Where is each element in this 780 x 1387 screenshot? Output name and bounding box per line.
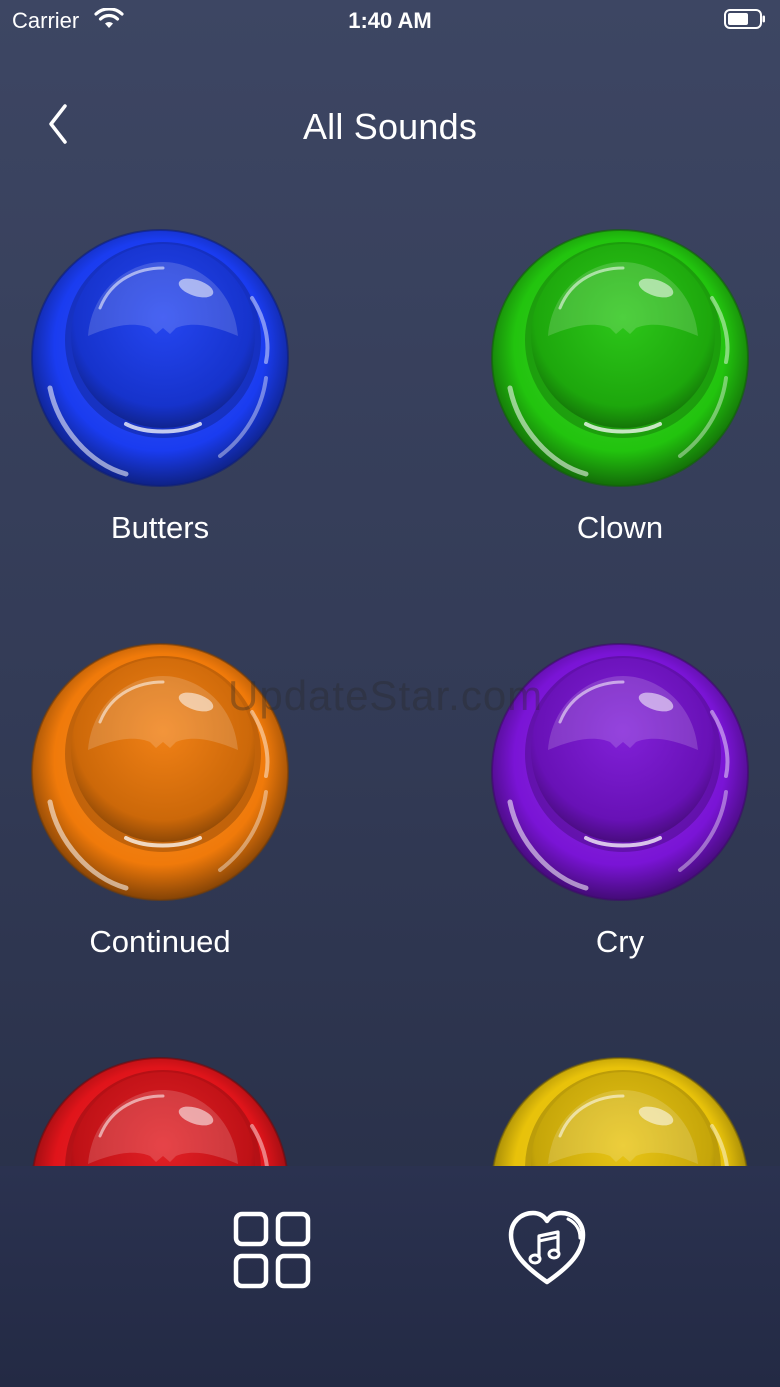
all-sounds-tab[interactable] — [232, 1210, 312, 1290]
sound-button[interactable] — [490, 1056, 750, 1166]
tab-bar — [0, 1166, 780, 1387]
sound-button[interactable] — [490, 228, 750, 488]
sound-button[interactable] — [490, 642, 750, 902]
heart-music-icon — [506, 1210, 588, 1294]
sound-label: Clown — [576, 510, 664, 545]
status-bar: Carrier 1:40 AM — [0, 0, 780, 40]
sound-item-red[interactable] — [10, 1056, 310, 1166]
sound-label: Continued — [89, 924, 231, 959]
sound-button[interactable] — [30, 1056, 290, 1166]
sound-label: Butters — [110, 510, 210, 545]
round-button-icon — [31, 229, 289, 487]
round-button-icon — [491, 229, 749, 487]
sound-grid[interactable]: Butters Clown Continued Cry — [0, 228, 780, 1166]
nav-bar: All Sounds — [0, 88, 780, 164]
favorites-tab[interactable] — [506, 1208, 588, 1290]
sound-item-butters[interactable]: Butters — [10, 228, 310, 568]
sound-button[interactable] — [30, 228, 290, 488]
round-button-icon — [492, 1057, 748, 1166]
sound-item-clown[interactable]: Clown — [470, 228, 770, 568]
clock: 1:40 AM — [348, 8, 432, 33]
battery-icon — [724, 9, 766, 29]
sound-item-continued[interactable]: Continued — [10, 642, 310, 982]
round-button-icon — [32, 1057, 288, 1166]
sound-button[interactable] — [30, 642, 290, 902]
grid-icon — [232, 1211, 312, 1294]
page-title: All Sounds — [302, 106, 478, 147]
sound-label: Cry — [595, 924, 645, 959]
round-button-icon — [31, 643, 289, 901]
sound-item-yellow[interactable] — [470, 1056, 770, 1166]
round-button-icon — [491, 643, 749, 901]
sound-item-cry[interactable]: Cry — [470, 642, 770, 982]
